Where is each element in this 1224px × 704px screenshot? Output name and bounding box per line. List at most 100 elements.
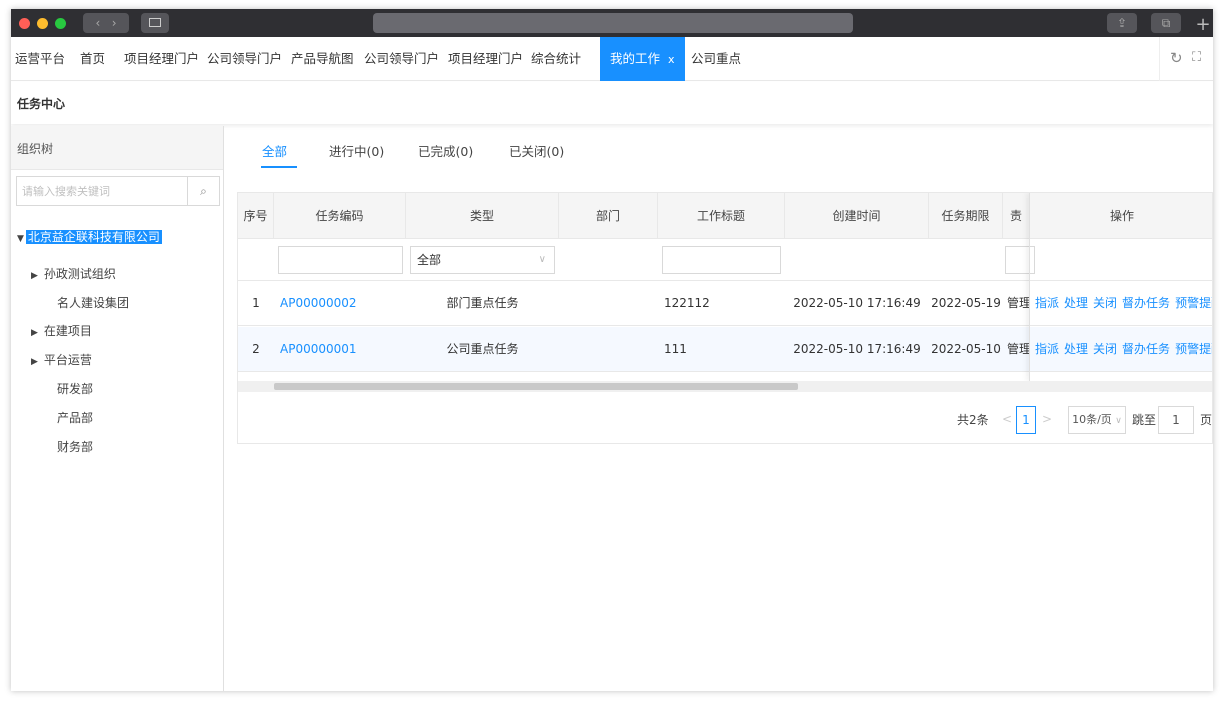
- task-created: 2022-05-10 17:16:49: [793, 296, 921, 310]
- nav-tab-label: 运营平台: [15, 51, 66, 66]
- subtab-all[interactable]: 全部: [262, 141, 287, 160]
- nav-tab-label: 综合统计: [531, 51, 582, 66]
- search-input[interactable]: [17, 177, 189, 205]
- task-title: 122112: [664, 296, 710, 310]
- tree-node-label: 财务部: [57, 440, 94, 454]
- subtab-in-progress[interactable]: 进行中(0): [329, 141, 384, 160]
- fixed-actions-column: [1029, 193, 1212, 381]
- tree-node[interactable]: 名人建设集团: [57, 294, 129, 311]
- new-tab-button[interactable]: +: [1193, 13, 1213, 37]
- subtab-label: 进行中(0): [329, 144, 385, 159]
- sidebar-icon: [149, 18, 161, 27]
- sidebar-toggle-button[interactable]: [141, 13, 169, 33]
- back-icon[interactable]: ‹: [95, 16, 100, 30]
- subtab-closed[interactable]: 已关闭(0): [509, 141, 564, 160]
- page-size-label: 10条/页: [1072, 413, 1112, 426]
- chevron-down-icon: ∨: [538, 254, 546, 265]
- org-tree-sidebar: 组织树 ⌕ ▼北京益企联科技有限公司 ▶孙政测试组织 名人建设集团 ▶在建项目 …: [11, 126, 224, 691]
- minimize-window-button[interactable]: [37, 18, 48, 29]
- horizontal-scrollbar-thumb[interactable]: [274, 383, 798, 390]
- tree-node[interactable]: 研发部: [57, 380, 93, 397]
- close-window-button[interactable]: [19, 18, 30, 29]
- nav-tab[interactable]: 公司领导门户: [207, 37, 282, 81]
- tab-overview-button[interactable]: ⧉: [1151, 13, 1181, 33]
- chevron-left-icon: <: [1001, 412, 1013, 426]
- caret-down-icon[interactable]: ▼: [17, 234, 24, 244]
- chevron-down-icon: ∨: [1115, 416, 1122, 426]
- subtab-label: 已完成(0): [418, 144, 474, 159]
- task-code-link[interactable]: AP00000001: [280, 327, 404, 372]
- code-filter-input[interactable]: [278, 246, 403, 274]
- fullscreen-icon[interactable]: ⛶: [1192, 50, 1201, 65]
- nav-tab-label: 项目经理门户: [448, 51, 524, 66]
- row-number: 1: [252, 296, 260, 310]
- nav-tab-label: 首页: [80, 51, 106, 66]
- tree-search: ⌕: [16, 176, 220, 206]
- sidebar-header: 组织树: [11, 126, 223, 170]
- jump-label: 跳至: [1132, 413, 1157, 427]
- nav-tab[interactable]: 运营平台: [15, 37, 65, 81]
- task-owner: 管理: [1007, 296, 1029, 310]
- browser-window: ‹ › ⇪ ⧉ + 运营平台 首页 项目经理门户 公司领导门户 产品导航图 公司…: [11, 9, 1213, 691]
- maximize-window-button[interactable]: [55, 18, 66, 29]
- task-type: 部门重点任务: [446, 296, 519, 310]
- caret-right-icon[interactable]: ▶: [31, 271, 38, 281]
- search-button[interactable]: ⌕: [187, 177, 219, 205]
- tree-node[interactable]: 财务部: [57, 438, 93, 455]
- nav-tab[interactable]: 项目经理门户: [124, 37, 199, 81]
- column-header: 部门: [559, 193, 658, 239]
- nav-tab[interactable]: 产品导航图: [291, 37, 354, 81]
- task-deadline: 2022-05-10: [931, 342, 1001, 356]
- task-owner: 管理: [1007, 342, 1029, 356]
- sidebar-title: 组织树: [17, 142, 54, 156]
- address-bar[interactable]: [373, 13, 853, 33]
- type-filter-select[interactable]: 全部 ∨: [410, 246, 555, 274]
- task-list-panel: 全部 进行中(0) 已完成(0) 已关闭(0) 序号 任务编码 类型 部门 工作…: [237, 126, 1213, 691]
- tree-node[interactable]: 产品部: [57, 409, 93, 426]
- page-size-select[interactable]: 10条/页 ∨: [1068, 406, 1126, 434]
- task-title: 111: [664, 342, 687, 356]
- subtab-completed[interactable]: 已完成(0): [418, 141, 473, 160]
- breadcrumb: 任务中心: [11, 82, 1213, 124]
- column-header: 责: [1009, 209, 1022, 223]
- tree-node[interactable]: ▶ 在建项目: [31, 322, 92, 339]
- column-header: 工作标题: [658, 193, 785, 239]
- back-forward-buttons[interactable]: ‹ ›: [83, 13, 129, 33]
- caret-right-icon[interactable]: ▶: [31, 357, 38, 367]
- share-button[interactable]: ⇪: [1107, 13, 1137, 33]
- tabs-icon: ⧉: [1161, 16, 1171, 30]
- tab-tools: ↻ ⛶: [1159, 37, 1213, 81]
- tree-root-node[interactable]: ▼ 北京益企联科技有限公司: [17, 226, 162, 248]
- nav-tab[interactable]: 综合统计: [531, 37, 581, 81]
- nav-tab-active[interactable]: 我的工作 x: [600, 37, 685, 81]
- share-icon: ⇪: [1116, 16, 1128, 30]
- forward-icon[interactable]: ›: [112, 16, 117, 30]
- nav-tab[interactable]: 项目经理门户: [448, 37, 523, 81]
- task-dept: [559, 327, 658, 372]
- tree-node-label: 孙政测试组织: [43, 267, 116, 281]
- tree-node-label: 北京益企联科技有限公司: [25, 230, 162, 244]
- task-code-link[interactable]: AP00000002: [280, 281, 404, 326]
- page-number-current[interactable]: 1: [1016, 406, 1036, 434]
- nav-tab[interactable]: 公司领导门户: [364, 37, 439, 81]
- caret-right-icon[interactable]: ▶: [31, 328, 38, 338]
- tree-node-label: 名人建设集团: [57, 296, 130, 310]
- subtab-label: 全部: [262, 144, 288, 159]
- refresh-icon[interactable]: ↻: [1170, 49, 1183, 67]
- jump-page-input[interactable]: 1: [1158, 406, 1194, 434]
- tree-node[interactable]: ▶ 孙政测试组织: [31, 265, 116, 282]
- prev-page-button[interactable]: <: [998, 406, 1016, 434]
- next-page-button[interactable]: >: [1038, 406, 1056, 434]
- title-filter-input[interactable]: [662, 246, 781, 274]
- nav-tab[interactable]: 首页: [80, 37, 105, 81]
- jump-page-value: 1: [1172, 413, 1180, 427]
- page-unit-label: 页: [1200, 413, 1213, 427]
- tree-node[interactable]: ▶ 平台运营: [31, 351, 92, 368]
- nav-tab[interactable]: 公司重点: [691, 37, 741, 81]
- nav-tab-label: 项目经理门户: [124, 51, 200, 66]
- subtab-label: 已关闭(0): [509, 144, 565, 159]
- page-number-label: 1: [1022, 413, 1030, 427]
- column-header: 任务期限: [929, 193, 1003, 239]
- subtab-indicator: [261, 166, 297, 168]
- close-tab-icon[interactable]: x: [668, 53, 675, 66]
